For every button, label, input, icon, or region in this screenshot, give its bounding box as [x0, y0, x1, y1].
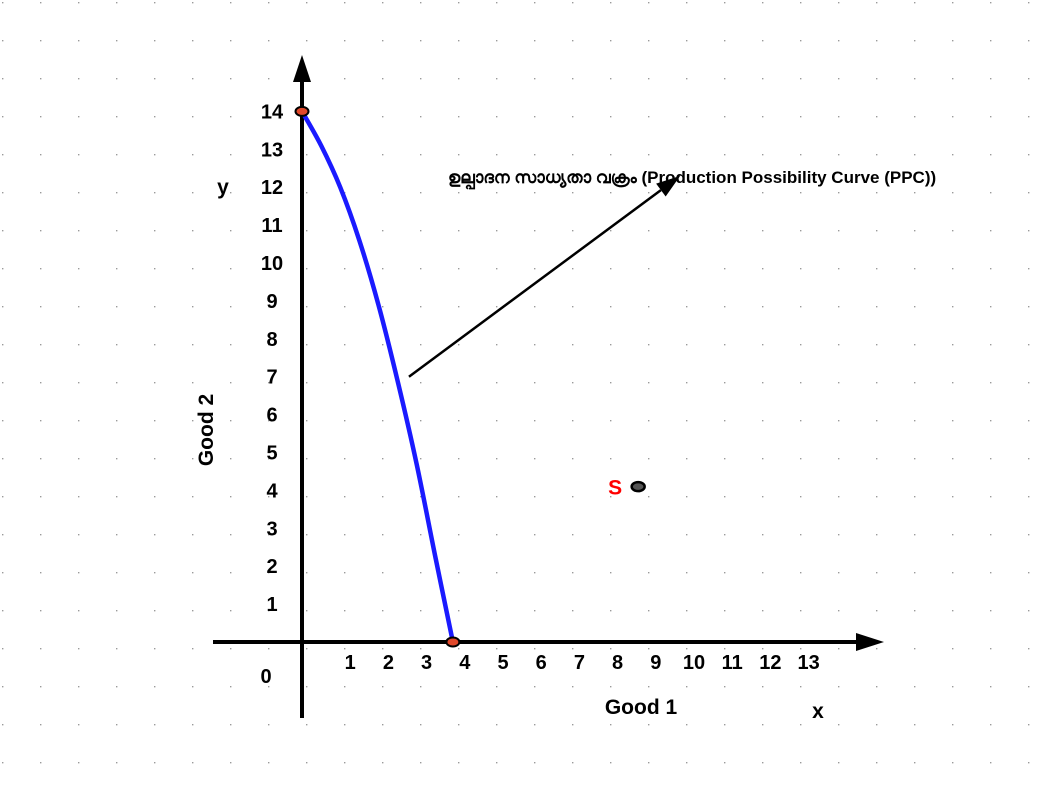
point-s-label: S: [608, 477, 622, 500]
dotted-grid: [2, 2, 1030, 764]
x-tick-label: 3: [421, 652, 432, 674]
x-tick-label: 6: [536, 652, 547, 674]
ppc-chart-svg: S 12345678910111213141 2 3 4 5 6 7 8 9 10 11 12 13 ഉ…: [2, 2, 1030, 764]
x-tick-label: 8: [612, 652, 623, 674]
y-tick-label: 4: [266, 480, 278, 502]
x-axis-letter: x: [812, 700, 824, 723]
point-s: [630, 480, 646, 493]
tick-labels: 12345678910111213141 2 3 4 5 6 7 8 9 10 11 12 13: [261, 101, 820, 674]
y-tick-label: 8: [266, 329, 277, 351]
x-tick-label: 10: [683, 652, 705, 674]
annotation-arrow: [408, 189, 662, 378]
y-tick-label: 2: [266, 556, 277, 578]
chart-labels: ഉല്പാദന സാധ്യതാ വക്രം (Production Possib…: [195, 168, 936, 723]
y-tick-label: 12: [261, 177, 283, 199]
ppc-curve-layer: S: [294, 105, 681, 648]
x-axis-arrowhead: [856, 633, 884, 651]
y-tick-label: 1: [266, 594, 277, 616]
y-tick-label: 14: [261, 101, 284, 123]
x-tick-label: 12: [759, 652, 781, 674]
y-tick-label: 9: [266, 291, 277, 313]
x-tick-label: 9: [650, 652, 661, 674]
x-tick-label: 2: [383, 652, 394, 674]
chart-title: ഉല്പാദന സാധ്യതാ വക്രം (Production Possib…: [448, 168, 936, 191]
axes: [213, 55, 884, 718]
y-tick-label: 6: [266, 405, 277, 427]
origin-label: 0: [260, 666, 271, 688]
ppc-curve: [299, 109, 456, 645]
grid-dots: [2, 2, 1030, 764]
y-axis-arrowhead: [293, 55, 311, 82]
x-tick-label: 11: [722, 652, 743, 674]
x-tick-label: 13: [797, 652, 819, 674]
y-tick-label: 13: [261, 139, 283, 161]
y-tick-label: 5: [266, 443, 277, 465]
y-axis-letter: y: [217, 176, 229, 199]
x-tick-label: 5: [497, 652, 508, 674]
y-tick-label: 3: [266, 518, 277, 540]
x-tick-label: 7: [574, 652, 585, 674]
ppc-chart: S 1 2 3 4 5 6 7 8 9 10 11 12 13 14 1 2 3 4 5 6 7 8 9 10 11 12 13 ഉ…: [0, 0, 1058, 794]
y-tick-label: 11: [261, 215, 282, 237]
x-tick-label: 1: [345, 652, 356, 674]
x-axis-label: Good 1: [605, 696, 678, 719]
x-tick-label: 4: [459, 652, 471, 674]
curve-endpoint: [294, 105, 310, 117]
y-tick-label: 7: [266, 367, 277, 389]
curve-endpoint: [445, 636, 461, 648]
y-tick-label: 10: [261, 253, 283, 275]
y-axis-label: Good 2: [195, 394, 218, 466]
